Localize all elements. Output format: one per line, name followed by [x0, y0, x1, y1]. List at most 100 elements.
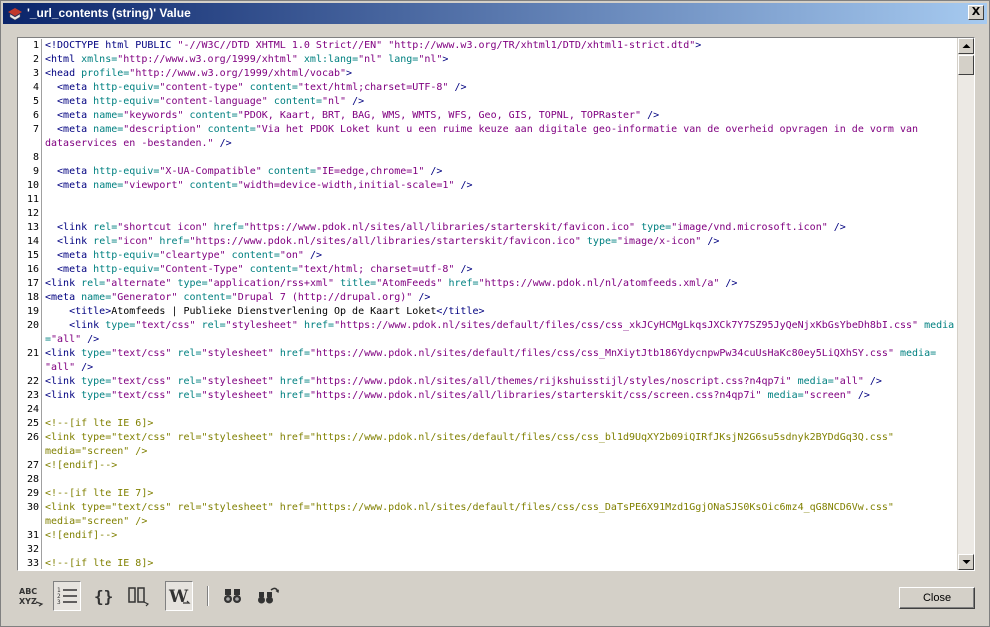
gutter-divider — [41, 375, 42, 389]
code-token: "text/css" — [111, 348, 172, 359]
code-token: content= — [207, 124, 256, 135]
gutter-divider — [41, 291, 42, 305]
code-line[interactable]: 20 <link type="text/css" rel="stylesheet… — [19, 319, 957, 333]
code-line[interactable]: 25 <!--[if lte IE 6]> — [19, 417, 957, 431]
code-editor[interactable]: 1 <!DOCTYPE html PUBLIC "-//W3C//DTD XHTM… — [17, 37, 975, 571]
code-token: /> — [303, 250, 322, 261]
columns-icon — [128, 587, 150, 607]
code-token: type= — [105, 320, 136, 331]
find-next-button[interactable] — [255, 581, 283, 611]
code-token: > — [442, 54, 449, 65]
code-line[interactable]: 1 <!DOCTYPE html PUBLIC "-//W3C//DTD XHTM… — [19, 39, 957, 53]
code-line[interactable]: 19 <title>Atomfeeds | Publieke Dienstver… — [19, 305, 957, 319]
code-token: "https://www.pdok.nl/nl/atomfeeds.xml/a" — [478, 278, 720, 289]
code-line[interactable]: 13 <link rel="shortcut icon" href="https… — [19, 221, 957, 235]
gutter-divider — [41, 277, 42, 291]
code-token: "width=device-width,initial-scale=1" — [237, 180, 455, 191]
code-token: "text/html; charset=utf-8" — [297, 264, 455, 275]
window-close-button[interactable]: X — [968, 5, 984, 20]
code-token: lang= — [388, 54, 419, 65]
code-token: content= — [273, 96, 322, 107]
scroll-thumb[interactable] — [958, 55, 974, 75]
columns-button[interactable] — [125, 581, 153, 611]
code-line[interactable]: 29 <!--[if lte IE 7]> — [19, 487, 957, 501]
code-line[interactable]: 2 <html xmlns="http://www.w3.org/1999/xht… — [19, 53, 957, 67]
code-token: <html — [45, 54, 82, 65]
code-line[interactable]: 24 — [19, 403, 957, 417]
code-line[interactable]: 30 <link type="text/css" rel="stylesheet"… — [19, 501, 957, 515]
code-line[interactable]: 33 <!--[if lte IE 8]> — [19, 557, 957, 569]
code-token: <title> — [45, 306, 112, 317]
word-wrap-button[interactable]: W — [165, 581, 193, 611]
code-line[interactable]: dataservices en -bestanden." /> — [19, 137, 957, 151]
code-token: /> — [81, 334, 100, 345]
line-number: 31 — [26, 530, 39, 541]
code-token: type= — [586, 236, 618, 247]
code-token: media="screen" /> — [45, 516, 148, 527]
code-line[interactable]: media="screen" /> — [19, 445, 957, 459]
code-token: <!--[if lte IE 6]> — [45, 418, 154, 429]
code-token: type= — [177, 278, 208, 289]
code-token: http-equiv= — [93, 166, 160, 177]
code-token: http-equiv= — [93, 96, 160, 107]
code-line[interactable]: 10 <meta name="viewport" content="width=… — [19, 179, 957, 193]
code-token: "screen" — [803, 390, 852, 401]
code-token: media= — [767, 390, 804, 401]
code-token: "alternate" — [105, 278, 172, 289]
scroll-up-button[interactable] — [958, 38, 974, 54]
spellcheck-button[interactable]: ABC XYZ — [17, 581, 45, 611]
code-line[interactable]: 7 <meta name="description" content="Via … — [19, 123, 957, 137]
line-numbers-button[interactable]: 1 2 3 — [53, 581, 81, 611]
find-button[interactable] — [219, 581, 247, 611]
code-line[interactable]: 6 <meta name="keywords" content="PDOK, K… — [19, 109, 957, 123]
code-line[interactable]: 32 — [19, 543, 957, 557]
code-token: "nl" — [358, 54, 383, 65]
code-line[interactable]: 4 <meta http-equiv="content-type" conten… — [19, 81, 957, 95]
code-line[interactable]: 28 — [19, 473, 957, 487]
code-line[interactable]: 9 <meta http-equiv="X-UA-Compatible" con… — [19, 165, 957, 179]
code-line[interactable]: 12 — [19, 207, 957, 221]
value-dialog: '_url_contents (string)' Value X 1 <!DOCT… — [0, 0, 990, 627]
line-number: 1 — [32, 40, 39, 51]
code-line[interactable]: 11 — [19, 193, 957, 207]
svg-text:3: 3 — [57, 599, 61, 606]
line-number: 24 — [26, 404, 39, 415]
code-line[interactable]: 23 <link type="text/css" rel="stylesheet"… — [19, 389, 957, 403]
code-line[interactable]: 5 <meta http-equiv="content-language" co… — [19, 95, 957, 109]
code-token: <meta — [45, 110, 94, 121]
code-content[interactable]: 1 <!DOCTYPE html PUBLIC "-//W3C//DTD XHTM… — [19, 39, 957, 569]
code-line[interactable]: "all" /> — [19, 361, 957, 375]
code-token: "shortcut icon" — [117, 222, 208, 233]
code-line[interactable]: 31 <![endif]--> — [19, 529, 957, 543]
code-line[interactable]: 15 <meta http-equiv="cleartype" content=… — [19, 249, 957, 263]
code-token: <!--[if lte IE 7]> — [45, 488, 154, 499]
code-line[interactable]: 17 <link rel="alternate" type="applicatio… — [19, 277, 957, 291]
code-line[interactable]: media="screen" /> — [19, 515, 957, 529]
code-token: "stylesheet" — [201, 348, 274, 359]
code-line[interactable]: 3 <head profile="http://www.w3.org/1999/x… — [19, 67, 957, 81]
svg-text:XYZ: XYZ — [19, 597, 37, 606]
code-line[interactable]: 18 <meta name="Generator" content="Drupal… — [19, 291, 957, 305]
vertical-scrollbar[interactable] — [957, 38, 974, 570]
code-line[interactable]: 21 <link type="text/css" rel="stylesheet"… — [19, 347, 957, 361]
line-number: 6 — [32, 110, 39, 121]
toolbar-separator — [207, 586, 209, 606]
code-line[interactable]: 26 <link type="text/css" rel="stylesheet"… — [19, 431, 957, 445]
code-line[interactable]: 8 — [19, 151, 957, 165]
code-token: "text/css" — [111, 390, 172, 401]
scroll-down-button[interactable] — [958, 554, 974, 570]
title-bar[interactable]: '_url_contents (string)' Value X — [3, 3, 987, 24]
gutter-divider — [41, 221, 42, 235]
gutter-divider — [41, 557, 42, 569]
code-line[interactable]: 16 <meta http-equiv="Content-Type" conte… — [19, 263, 957, 277]
code-line[interactable]: 14 <link rel="icon" href="https://www.pd… — [19, 235, 957, 249]
code-token: /> — [424, 166, 443, 177]
line-number: 5 — [32, 96, 39, 107]
code-token: href= — [279, 376, 310, 387]
code-token: "all" — [45, 362, 76, 373]
braces-button[interactable]: {} — [89, 581, 117, 611]
code-line[interactable]: 22 <link type="text/css" rel="stylesheet"… — [19, 375, 957, 389]
code-line[interactable]: ="all" /> — [19, 333, 957, 347]
close-button[interactable]: Close — [899, 587, 975, 609]
code-line[interactable]: 27 <![endif]--> — [19, 459, 957, 473]
